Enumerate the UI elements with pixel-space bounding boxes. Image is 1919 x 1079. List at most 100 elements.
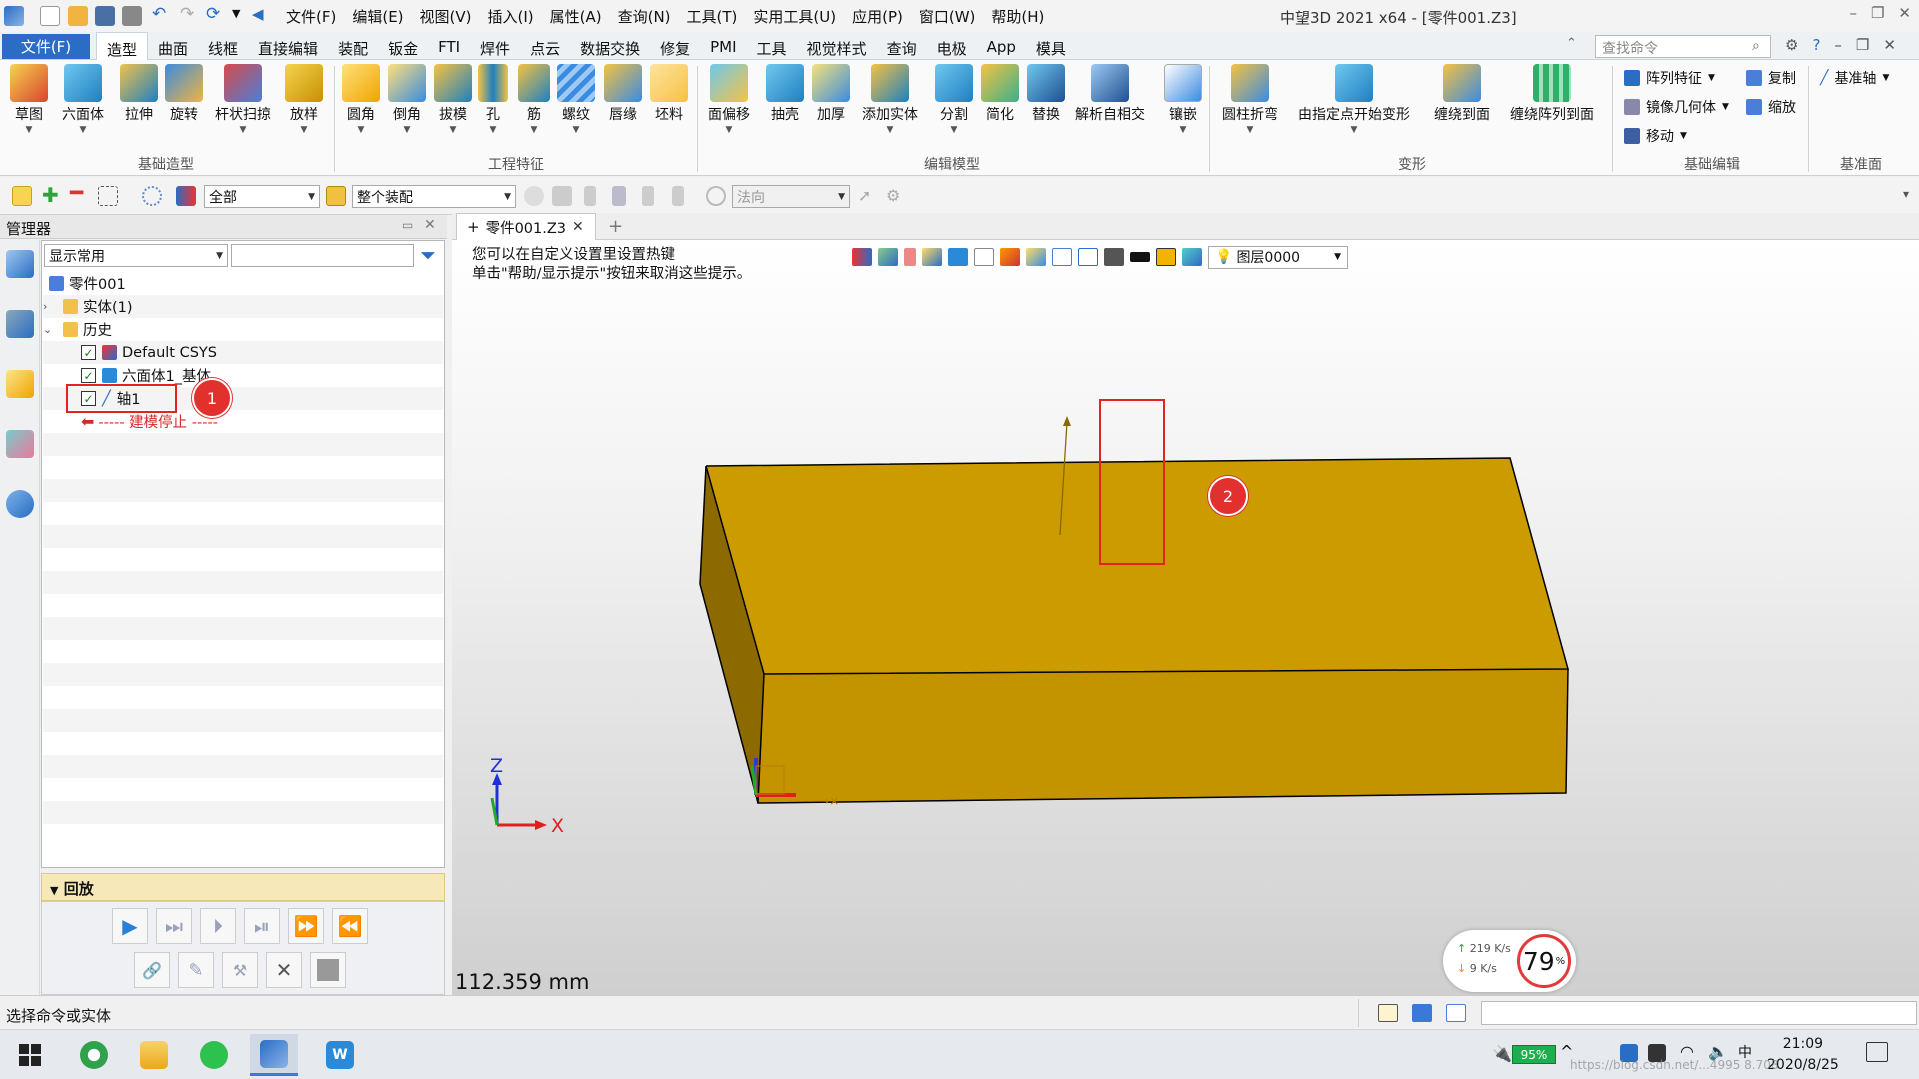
close-icon[interactable]: ✕ [1898, 4, 1911, 22]
thread-button[interactable]: 螺纹 ▼ [557, 64, 595, 135]
taskbar-browser[interactable] [70, 1034, 118, 1076]
remove-selection-icon[interactable]: ━ [70, 183, 90, 206]
tab-pointcloud[interactable]: 点云 [520, 32, 570, 60]
add-selection-icon[interactable]: ✚ [42, 185, 62, 206]
chamfer-button[interactable]: 倒角 ▼ [388, 64, 426, 135]
tab-file[interactable]: 文件(F) [2, 34, 90, 59]
expand-arrow-icon[interactable]: › [43, 300, 51, 313]
pick-cursor-icon[interactable] [12, 186, 32, 206]
assembly-scope-combo[interactable]: 整个装配 ▼ [352, 185, 516, 208]
rewind-icon[interactable]: ⏪ [332, 908, 368, 944]
new-file-icon[interactable] [40, 6, 60, 26]
filter-combo[interactable]: 全部 ▼ [204, 185, 320, 208]
tree-csys-row[interactable]: ✓ Default CSYS [43, 341, 443, 364]
toolbar-overflow-icon[interactable]: ▾ [1903, 187, 1909, 201]
tree-stop-row[interactable]: ⬅ ----- 建模停止 ----- [43, 410, 443, 433]
point-deform-button[interactable]: 由指定点开始变形 ▼ [1298, 64, 1410, 135]
search-icon[interactable]: ⌕ [1752, 38, 1760, 54]
align3-icon[interactable] [642, 186, 654, 206]
redo-icon[interactable]: ↷ [180, 4, 194, 24]
display-mode-combo[interactable]: 显示常用 ▼ [44, 244, 228, 267]
panel-toggle-icon[interactable] [1378, 1004, 1398, 1022]
start-button[interactable] [6, 1034, 54, 1076]
block-checkbox[interactable]: ✓ [81, 368, 96, 383]
replace-button[interactable]: 替换 [1027, 64, 1065, 124]
menu-insert[interactable]: 插入(I) [480, 6, 542, 27]
menu-utilities[interactable]: 实用工具(U) [745, 6, 844, 27]
3d-viewport[interactable]: 您可以在自定义设置里设置热键 单击"帮助/显示提示"按钮来取消这些提示。 💡 图… [452, 240, 1919, 995]
part-library-icon[interactable] [6, 370, 34, 398]
tab-visual-style[interactable]: 视觉样式 [797, 32, 877, 60]
stop-icon[interactable] [310, 952, 346, 988]
self-intersect-button[interactable]: 解析自相交 [1075, 64, 1145, 124]
loft-button[interactable]: 放样 ▼ [285, 64, 323, 135]
minimize-icon[interactable]: – [1849, 4, 1857, 22]
settings-gear-icon[interactable]: ⚙ [1785, 36, 1798, 54]
view-manager-icon[interactable] [6, 430, 34, 458]
doc-close-icon[interactable]: ✕ [1883, 36, 1896, 54]
tools-icon[interactable]: ⚒ [222, 952, 258, 988]
panel-pin-icon[interactable]: ▭ [402, 218, 413, 232]
tab-repair[interactable]: 修复 [650, 32, 700, 60]
cylinder-bend-button[interactable]: 圆柱折弯 ▼ [1222, 64, 1278, 135]
document-tab[interactable]: + 零件001.Z3 ✕ [456, 213, 596, 240]
menu-query[interactable]: 查询(N) [610, 6, 679, 27]
menu-edit[interactable]: 编辑(E) [344, 6, 411, 27]
rod-sweep-button[interactable]: 杆状扫掠 ▼ [215, 64, 271, 135]
playback-header[interactable]: ▼ 回放 [41, 873, 445, 901]
step-forward-icon[interactable]: ⏭ [156, 908, 192, 944]
tab-wireframe[interactable]: 线框 [198, 32, 248, 60]
mirror-geometry-button[interactable]: 镜像几何体 ▼ [1624, 97, 1729, 117]
draft-button[interactable]: 拔模 ▼ [434, 64, 472, 135]
back-arrow-icon[interactable]: ◀ [252, 5, 264, 23]
box-button[interactable]: 六面体 ▼ [62, 64, 104, 135]
command-search-input[interactable]: 查找命令 [1595, 35, 1771, 58]
screen-icon[interactable] [1412, 1004, 1432, 1022]
copy-button[interactable]: 复制 [1746, 68, 1796, 88]
fast-forward-icon[interactable]: ⏩ [288, 908, 324, 944]
playback-collapse-icon[interactable]: ▼ [50, 884, 58, 897]
scale-button[interactable]: 缩放 [1746, 97, 1796, 117]
user-icon[interactable] [6, 490, 34, 518]
lasso-select-icon[interactable] [142, 186, 162, 206]
doc-minimize-icon[interactable]: – [1834, 36, 1842, 54]
tree-filter-icon[interactable]: ⏷ [420, 243, 436, 267]
command-input[interactable] [1481, 1001, 1917, 1025]
taskbar-explorer[interactable] [130, 1034, 178, 1076]
menu-tools[interactable]: 工具(T) [679, 6, 746, 27]
collapse-arrow-icon[interactable]: ⌄ [43, 323, 52, 336]
edit-pencil-icon[interactable]: ✎ [178, 952, 214, 988]
shell-button[interactable]: 抽壳 [766, 64, 804, 124]
box-select-icon[interactable] [98, 186, 118, 206]
normal-direction-combo[interactable]: 法向 ▼ [732, 185, 850, 208]
document-tab-close-icon[interactable]: ✕ [572, 219, 584, 235]
taskbar-zw3d[interactable] [250, 1034, 298, 1076]
wrap-pattern-button[interactable]: 缠绕阵列到面 [1510, 64, 1594, 124]
add-solid-button[interactable]: 添加实体 ▼ [862, 64, 918, 135]
memory-usage-gauge[interactable]: 79% [1517, 934, 1571, 988]
tab-app[interactable]: App [977, 32, 1026, 60]
delete-icon[interactable]: ✕ [266, 952, 302, 988]
rib-button[interactable]: 筋 ▼ [518, 64, 550, 135]
tree-filter-input[interactable] [231, 244, 414, 267]
csys-checkbox[interactable]: ✓ [81, 345, 96, 360]
sketch-button[interactable]: 草图 ▼ [10, 64, 48, 135]
battery-indicator[interactable]: 95% [1512, 1045, 1556, 1064]
tab-query[interactable]: 查询 [877, 32, 927, 60]
tab-direct-edit[interactable]: 直接编辑 [248, 32, 328, 60]
pick-settings-icon[interactable]: ⚙ [886, 186, 906, 206]
menu-file[interactable]: 文件(F) [278, 6, 344, 27]
window-list-icon[interactable] [1446, 1004, 1466, 1022]
thicken-button[interactable]: 加厚 [812, 64, 850, 124]
move-button[interactable]: 移动 ▼ [1624, 126, 1687, 146]
tab-weldment[interactable]: 焊件 [470, 32, 520, 60]
menu-help[interactable]: 帮助(H) [983, 6, 1052, 27]
model-canvas[interactable]: ⟶× Z X [452, 240, 1919, 995]
wrap-to-face-button[interactable]: 缠绕到面 [1434, 64, 1490, 124]
tree-history-row[interactable]: ⌄ 历史 [43, 318, 443, 341]
notification-icon[interactable] [1866, 1042, 1888, 1062]
tab-pmi[interactable]: PMI [700, 32, 746, 60]
tab-assembly[interactable]: 装配 [328, 32, 378, 60]
refresh-icon[interactable]: ⟳ [206, 4, 220, 24]
menu-attribute[interactable]: 属性(A) [542, 6, 610, 27]
